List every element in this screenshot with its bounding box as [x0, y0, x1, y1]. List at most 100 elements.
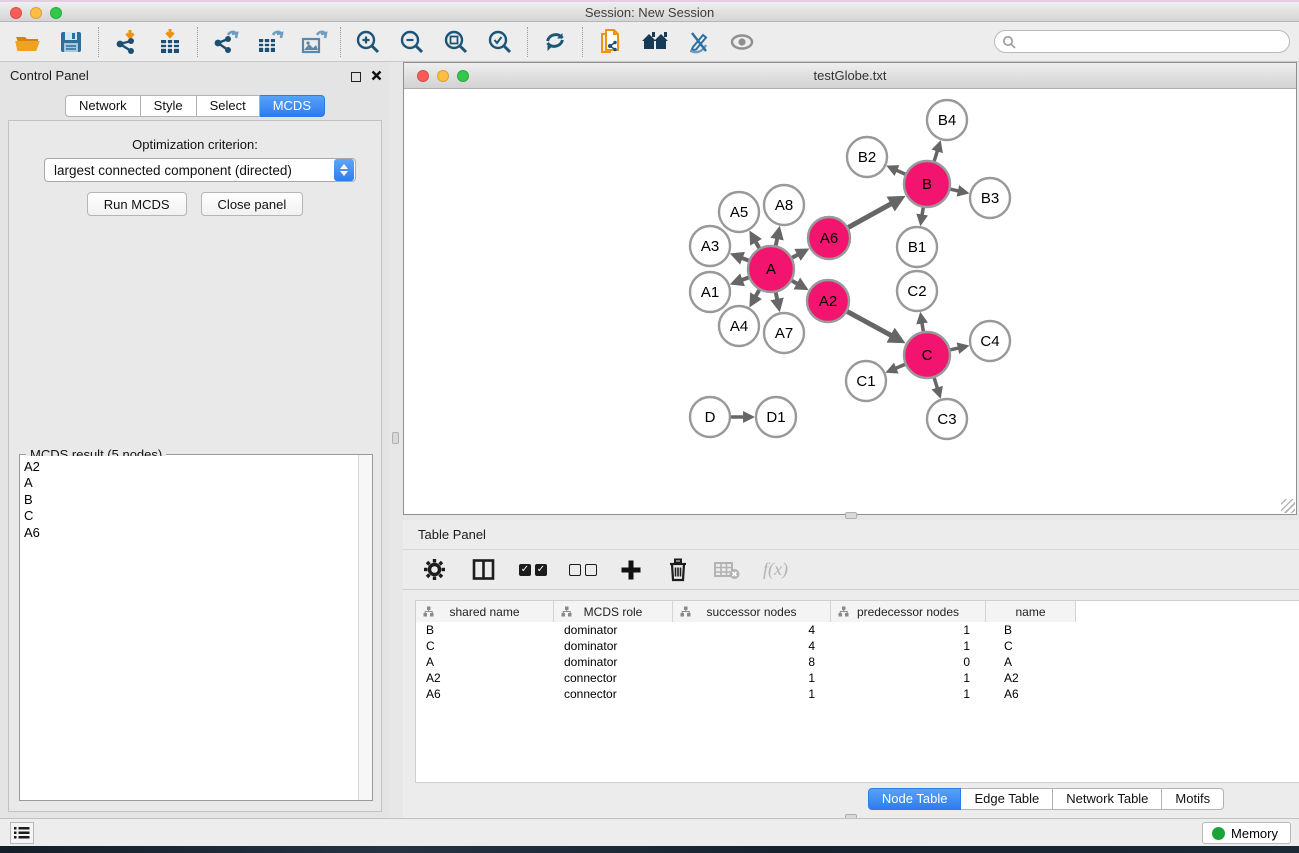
edge-C-C3[interactable]: [934, 378, 939, 393]
node-A5[interactable]: A5: [719, 192, 759, 232]
edge-A2-C[interactable]: [847, 312, 898, 340]
criterion-dropdown[interactable]: largest connected component (directed): [44, 158, 356, 182]
zoom-fit-icon[interactable]: [441, 27, 471, 57]
vertical-splitter-handle[interactable]: [392, 432, 399, 444]
tab-network-table[interactable]: Network Table: [1053, 788, 1162, 810]
table-cell[interactable]: connector: [554, 686, 673, 702]
edge-C-C2[interactable]: [921, 318, 923, 332]
node-A[interactable]: A: [748, 246, 794, 292]
node-B4[interactable]: B4: [927, 100, 967, 140]
table-cell[interactable]: A: [986, 654, 1076, 670]
import-table-icon[interactable]: [155, 27, 185, 57]
zoom-out-icon[interactable]: [397, 27, 427, 57]
table-cell[interactable]: A2: [986, 670, 1076, 686]
table-settings-gear-icon[interactable]: [421, 556, 448, 583]
table-cell[interactable]: 8: [673, 654, 831, 670]
horizontal-splitter-handle[interactable]: [845, 512, 857, 519]
table-cell[interactable]: 1: [673, 670, 831, 686]
table-cell[interactable]: A: [416, 654, 554, 670]
edge-B-B4[interactable]: [934, 146, 939, 161]
table-cell[interactable]: 0: [831, 654, 986, 670]
table-cell[interactable]: A2: [416, 670, 554, 686]
task-history-button[interactable]: [10, 822, 34, 844]
export-image-icon[interactable]: [298, 27, 328, 57]
close-panel-icon[interactable]: [371, 68, 382, 86]
select-all-columns-icon[interactable]: ✓✓: [519, 564, 547, 576]
node-D[interactable]: D: [690, 397, 730, 437]
tab-node-table[interactable]: Node Table: [868, 788, 962, 810]
table-cell[interactable]: 1: [831, 638, 986, 654]
node-A6[interactable]: A6: [808, 217, 850, 259]
export-table-icon[interactable]: [254, 27, 284, 57]
node-C2[interactable]: C2: [897, 271, 937, 311]
edge-A-A3[interactable]: [736, 256, 748, 261]
show-columns-icon[interactable]: [470, 556, 497, 583]
add-column-plus-icon[interactable]: [619, 558, 643, 582]
open-folder-icon[interactable]: [12, 27, 42, 57]
node-A7[interactable]: A7: [764, 313, 804, 353]
tab-mcds[interactable]: MCDS: [260, 95, 325, 117]
export-network-icon[interactable]: [210, 27, 240, 57]
hide-annotations-icon[interactable]: [683, 27, 713, 57]
edge-B-B2[interactable]: [892, 168, 905, 174]
run-mcds-button[interactable]: Run MCDS: [87, 192, 187, 216]
tab-edge-table[interactable]: Edge Table: [961, 788, 1053, 810]
node-B[interactable]: B: [904, 161, 950, 207]
column-header-successor-nodes[interactable]: successor nodes: [673, 601, 831, 622]
edge-C-C4[interactable]: [950, 347, 963, 350]
result-item[interactable]: C: [24, 508, 358, 524]
node-C[interactable]: C: [904, 332, 950, 378]
column-header-name[interactable]: name: [986, 601, 1076, 622]
edge-A-A4[interactable]: [753, 290, 760, 302]
float-panel-icon[interactable]: [351, 72, 361, 82]
edge-A-A6[interactable]: [792, 252, 803, 258]
node-C1[interactable]: C1: [846, 361, 886, 401]
edge-A-A8[interactable]: [776, 232, 779, 245]
node-B1[interactable]: B1: [897, 227, 937, 267]
network-canvas[interactable]: B4B2BB3A8A5A6A3B1AC2A1A2A4A7C4CC1DD1C3: [404, 89, 1296, 514]
column-header-mcds-role[interactable]: MCDS role: [554, 601, 673, 622]
result-item[interactable]: B: [24, 492, 358, 508]
column-header-predecessor-nodes[interactable]: predecessor nodes: [831, 601, 986, 622]
window-resize-grip[interactable]: [1281, 499, 1295, 513]
table-cell[interactable]: 4: [673, 622, 831, 638]
node-A8[interactable]: A8: [764, 185, 804, 225]
tab-motifs[interactable]: Motifs: [1162, 788, 1224, 810]
table-cell[interactable]: C: [416, 638, 554, 654]
zoom-selected-icon[interactable]: [485, 27, 515, 57]
edge-B-B1[interactable]: [921, 208, 923, 221]
edge-A-A7[interactable]: [776, 293, 779, 306]
table-cell[interactable]: dominator: [554, 638, 673, 654]
result-item[interactable]: A6: [24, 525, 358, 541]
cybrowser-home-icon[interactable]: [639, 27, 669, 57]
table-cell[interactable]: 1: [673, 686, 831, 702]
result-item[interactable]: A2: [24, 459, 358, 475]
refresh-layout-icon[interactable]: [540, 27, 570, 57]
table-cell[interactable]: B: [986, 622, 1076, 638]
table-cell[interactable]: connector: [554, 670, 673, 686]
node-B2[interactable]: B2: [847, 137, 887, 177]
show-graphics-eye-icon[interactable]: [727, 27, 757, 57]
new-network-document-icon[interactable]: [595, 27, 625, 57]
node-A1[interactable]: A1: [690, 272, 730, 312]
node-C3[interactable]: C3: [927, 399, 967, 439]
deselect-all-columns-icon[interactable]: [569, 564, 597, 576]
column-header-shared-name[interactable]: shared name: [416, 601, 554, 622]
table-cell[interactable]: C: [986, 638, 1076, 654]
delete-column-trash-icon[interactable]: [665, 556, 691, 583]
import-network-icon[interactable]: [111, 27, 141, 57]
node-A4[interactable]: A4: [719, 306, 759, 346]
edge-A-A1[interactable]: [736, 277, 748, 282]
mcds-result-scrollbar[interactable]: [358, 455, 372, 800]
search-input[interactable]: [1020, 32, 1289, 51]
node-B3[interactable]: B3: [970, 178, 1010, 218]
edge-B-B3[interactable]: [950, 189, 963, 192]
edge-A6-B[interactable]: [848, 200, 898, 227]
table-cell[interactable]: 4: [673, 638, 831, 654]
table-cell[interactable]: dominator: [554, 622, 673, 638]
close-panel-button[interactable]: Close panel: [201, 192, 304, 216]
table-cell[interactable]: B: [416, 622, 554, 638]
table-cell[interactable]: dominator: [554, 654, 673, 670]
node-A3[interactable]: A3: [690, 226, 730, 266]
zoom-in-icon[interactable]: [353, 27, 383, 57]
